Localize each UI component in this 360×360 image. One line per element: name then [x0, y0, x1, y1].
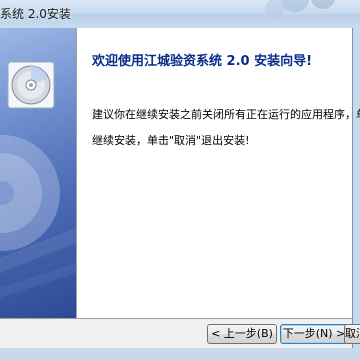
title-bar[interactable]: 系统 2.0安装 — [0, 0, 360, 29]
window-bottom-border — [0, 348, 360, 360]
cd-disc-icon — [0, 61, 76, 298]
titlebar-decoration — [265, 0, 335, 17]
wizard-side-banner — [0, 28, 76, 318]
cancel-button[interactable]: 取消 — [344, 324, 360, 344]
wizard-button-bar: < 上一步(B) 下一步(N) > 取消 — [0, 319, 360, 348]
back-button[interactable]: < 上一步(B) — [207, 324, 277, 344]
banner-divider — [76, 28, 77, 318]
wizard-instruction-line1: 建议你在继续安装之前关闭所有正在运行的应用程序，单 — [92, 108, 360, 121]
window-title: 系统 2.0安装 — [0, 7, 71, 21]
next-button[interactable]: 下一步(N) > — [280, 324, 348, 344]
wizard-instruction-line2: 继续安装，单击"取消"退出安装! — [92, 134, 250, 147]
installer-window: 欢迎使用江城验资系统 2.0 安装向导! 建议你在继续安装之前关闭所有正在运行的… — [0, 28, 360, 360]
wizard-client-area: 欢迎使用江城验资系统 2.0 安装向导! 建议你在继续安装之前关闭所有正在运行的… — [0, 28, 360, 348]
wizard-heading: 欢迎使用江城验资系统 2.0 安装向导! — [92, 54, 313, 69]
